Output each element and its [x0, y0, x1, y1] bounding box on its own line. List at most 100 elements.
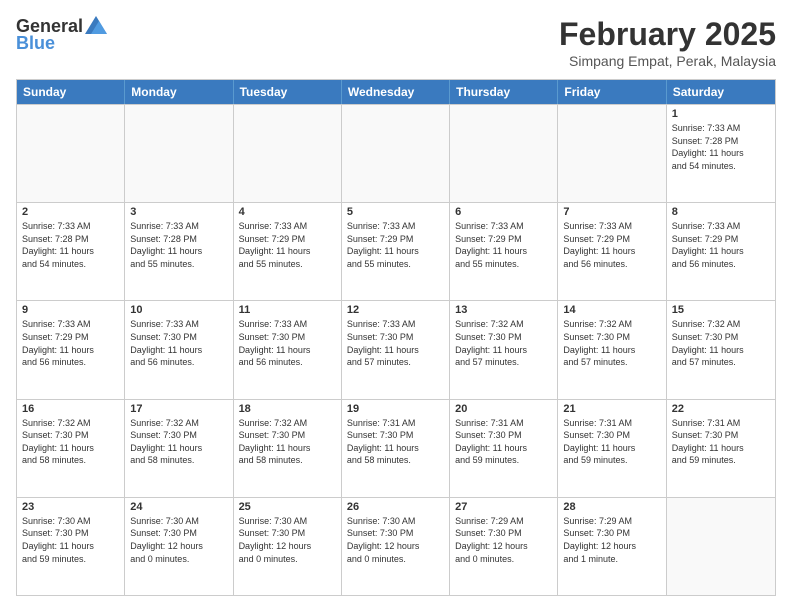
calendar-cell	[234, 105, 342, 202]
cell-info: Sunrise: 7:31 AM Sunset: 7:30 PM Dayligh…	[672, 417, 770, 467]
calendar-cell: 6Sunrise: 7:33 AM Sunset: 7:29 PM Daylig…	[450, 203, 558, 300]
logo-icon	[85, 16, 107, 34]
calendar-cell: 5 Sunrise: 7:33 AM Sunset: 7:29 PM Daylig…	[342, 203, 450, 300]
day-number: 28	[563, 501, 660, 513]
weekday-header: Monday	[125, 80, 233, 104]
calendar-cell: 3Sunrise: 7:33 AM Sunset: 7:28 PM Daylig…	[125, 203, 233, 300]
calendar-cell: 26 Sunrise: 7:30 AM Sunset: 7:30 PM Dayli…	[342, 498, 450, 595]
cell-info: Sunrise: 7:33 AM Sunset: 7:29 PM Dayligh…	[563, 220, 660, 270]
calendar-cell: 20 Sunrise: 7:31 AM Sunset: 7:30 PM Dayli…	[450, 400, 558, 497]
calendar-cell: 16 Sunrise: 7:32 AM Sunset: 7:30 PM Dayli…	[17, 400, 125, 497]
calendar-cell	[558, 105, 666, 202]
day-number: 9	[22, 304, 119, 316]
calendar-cell: 1 Sunrise: 7:33 AM Sunset: 7:28 PM Daylig…	[667, 105, 775, 202]
day-number: 18	[239, 403, 336, 415]
calendar-row: 16 Sunrise: 7:32 AM Sunset: 7:30 PM Dayli…	[17, 399, 775, 497]
calendar-row: 1 Sunrise: 7:33 AM Sunset: 7:28 PM Daylig…	[17, 104, 775, 202]
weekday-header: Friday	[558, 80, 666, 104]
day-number: 22	[672, 403, 770, 415]
logo-blue: Blue	[16, 33, 55, 54]
calendar-cell	[667, 498, 775, 595]
calendar-header: SundayMondayTuesdayWednesdayThursdayFrid…	[17, 80, 775, 104]
calendar-cell: 9 Sunrise: 7:33 AM Sunset: 7:29 PM Daylig…	[17, 301, 125, 398]
month-year: February 2025	[559, 16, 776, 53]
calendar-row: 23 Sunrise: 7:30 AM Sunset: 7:30 PM Dayli…	[17, 497, 775, 595]
calendar-cell: 21 Sunrise: 7:31 AM Sunset: 7:30 PM Dayli…	[558, 400, 666, 497]
cell-info: Sunrise: 7:31 AM Sunset: 7:30 PM Dayligh…	[347, 417, 444, 467]
calendar-cell: 4 Sunrise: 7:33 AM Sunset: 7:29 PM Daylig…	[234, 203, 342, 300]
day-number: 12	[347, 304, 444, 316]
calendar-cell: 28 Sunrise: 7:29 AM Sunset: 7:30 PM Dayli…	[558, 498, 666, 595]
cell-info: Sunrise: 7:31 AM Sunset: 7:30 PM Dayligh…	[455, 417, 552, 467]
cell-info: Sunrise: 7:30 AM Sunset: 7:30 PM Dayligh…	[347, 515, 444, 565]
day-number: 1	[672, 108, 770, 120]
calendar-cell: 2 Sunrise: 7:33 AM Sunset: 7:28 PM Daylig…	[17, 203, 125, 300]
calendar-cell	[342, 105, 450, 202]
cell-info: Sunrise: 7:33 AM Sunset: 7:28 PM Dayligh…	[22, 220, 119, 270]
calendar-cell	[125, 105, 233, 202]
cell-info: Sunrise: 7:32 AM Sunset: 7:30 PM Dayligh…	[22, 417, 119, 467]
day-number: 21	[563, 403, 660, 415]
day-number: 23	[22, 501, 119, 513]
day-number: 2	[22, 206, 119, 218]
header: General Blue February 2025 Simpang Empat…	[16, 16, 776, 69]
location: Simpang Empat, Perak, Malaysia	[559, 53, 776, 69]
weekday-header: Tuesday	[234, 80, 342, 104]
calendar-cell: 14 Sunrise: 7:32 AM Sunset: 7:30 PM Dayli…	[558, 301, 666, 398]
cell-info: Sunrise: 7:32 AM Sunset: 7:30 PM Dayligh…	[563, 318, 660, 368]
weekday-header: Sunday	[17, 80, 125, 104]
calendar-cell: 15 Sunrise: 7:32 AM Sunset: 7:30 PM Dayli…	[667, 301, 775, 398]
cell-info: Sunrise: 7:31 AM Sunset: 7:30 PM Dayligh…	[563, 417, 660, 467]
cell-info: Sunrise: 7:33 AM Sunset: 7:30 PM Dayligh…	[347, 318, 444, 368]
day-number: 14	[563, 304, 660, 316]
title-area: February 2025 Simpang Empat, Perak, Mala…	[559, 16, 776, 69]
calendar-cell: 24 Sunrise: 7:30 AM Sunset: 7:30 PM Dayli…	[125, 498, 233, 595]
cell-info: Sunrise: 7:32 AM Sunset: 7:30 PM Dayligh…	[130, 417, 227, 467]
day-number: 10	[130, 304, 227, 316]
cell-info: Sunrise: 7:32 AM Sunset: 7:30 PM Dayligh…	[672, 318, 770, 368]
day-number: 15	[672, 304, 770, 316]
day-number: 11	[239, 304, 336, 316]
calendar-body: 1 Sunrise: 7:33 AM Sunset: 7:28 PM Daylig…	[17, 104, 775, 595]
calendar-row: 9 Sunrise: 7:33 AM Sunset: 7:29 PM Daylig…	[17, 300, 775, 398]
day-number: 8	[672, 206, 770, 218]
cell-info: Sunrise: 7:33 AM Sunset: 7:29 PM Dayligh…	[22, 318, 119, 368]
calendar-row: 2 Sunrise: 7:33 AM Sunset: 7:28 PM Daylig…	[17, 202, 775, 300]
day-number: 17	[130, 403, 227, 415]
weekday-header: Wednesday	[342, 80, 450, 104]
day-number: 19	[347, 403, 444, 415]
day-number: 5	[347, 206, 444, 218]
calendar-cell: 22 Sunrise: 7:31 AM Sunset: 7:30 PM Dayli…	[667, 400, 775, 497]
weekday-header: Saturday	[667, 80, 775, 104]
day-number: 20	[455, 403, 552, 415]
day-number: 26	[347, 501, 444, 513]
day-number: 27	[455, 501, 552, 513]
cell-info: Sunrise: 7:32 AM Sunset: 7:30 PM Dayligh…	[455, 318, 552, 368]
day-number: 24	[130, 501, 227, 513]
calendar-cell: 18Sunrise: 7:32 AM Sunset: 7:30 PM Dayli…	[234, 400, 342, 497]
cell-info: Sunrise: 7:29 AM Sunset: 7:30 PM Dayligh…	[563, 515, 660, 565]
calendar-cell: 13 Sunrise: 7:32 AM Sunset: 7:30 PM Dayli…	[450, 301, 558, 398]
cell-info: Sunrise: 7:33 AM Sunset: 7:29 PM Dayligh…	[672, 220, 770, 270]
day-number: 4	[239, 206, 336, 218]
calendar-cell: 25Sunrise: 7:30 AM Sunset: 7:30 PM Dayli…	[234, 498, 342, 595]
day-number: 16	[22, 403, 119, 415]
calendar-cell	[17, 105, 125, 202]
calendar: SundayMondayTuesdayWednesdayThursdayFrid…	[16, 79, 776, 596]
day-number: 7	[563, 206, 660, 218]
cell-info: Sunrise: 7:33 AM Sunset: 7:29 PM Dayligh…	[347, 220, 444, 270]
cell-info: Sunrise: 7:33 AM Sunset: 7:30 PM Dayligh…	[239, 318, 336, 368]
cell-info: Sunrise: 7:33 AM Sunset: 7:28 PM Dayligh…	[672, 122, 770, 172]
calendar-cell: 10 Sunrise: 7:33 AM Sunset: 7:30 PM Dayli…	[125, 301, 233, 398]
page: General Blue February 2025 Simpang Empat…	[0, 0, 792, 612]
day-number: 13	[455, 304, 552, 316]
cell-info: Sunrise: 7:29 AM Sunset: 7:30 PM Dayligh…	[455, 515, 552, 565]
cell-info: Sunrise: 7:30 AM Sunset: 7:30 PM Dayligh…	[130, 515, 227, 565]
weekday-header: Thursday	[450, 80, 558, 104]
calendar-cell: 27 Sunrise: 7:29 AM Sunset: 7:30 PM Dayli…	[450, 498, 558, 595]
calendar-cell: 19 Sunrise: 7:31 AM Sunset: 7:30 PM Dayli…	[342, 400, 450, 497]
cell-info: Sunrise: 7:33 AM Sunset: 7:30 PM Dayligh…	[130, 318, 227, 368]
calendar-cell: 23Sunrise: 7:30 AM Sunset: 7:30 PM Dayli…	[17, 498, 125, 595]
cell-info: Sunrise: 7:33 AM Sunset: 7:29 PM Dayligh…	[239, 220, 336, 270]
calendar-cell	[450, 105, 558, 202]
